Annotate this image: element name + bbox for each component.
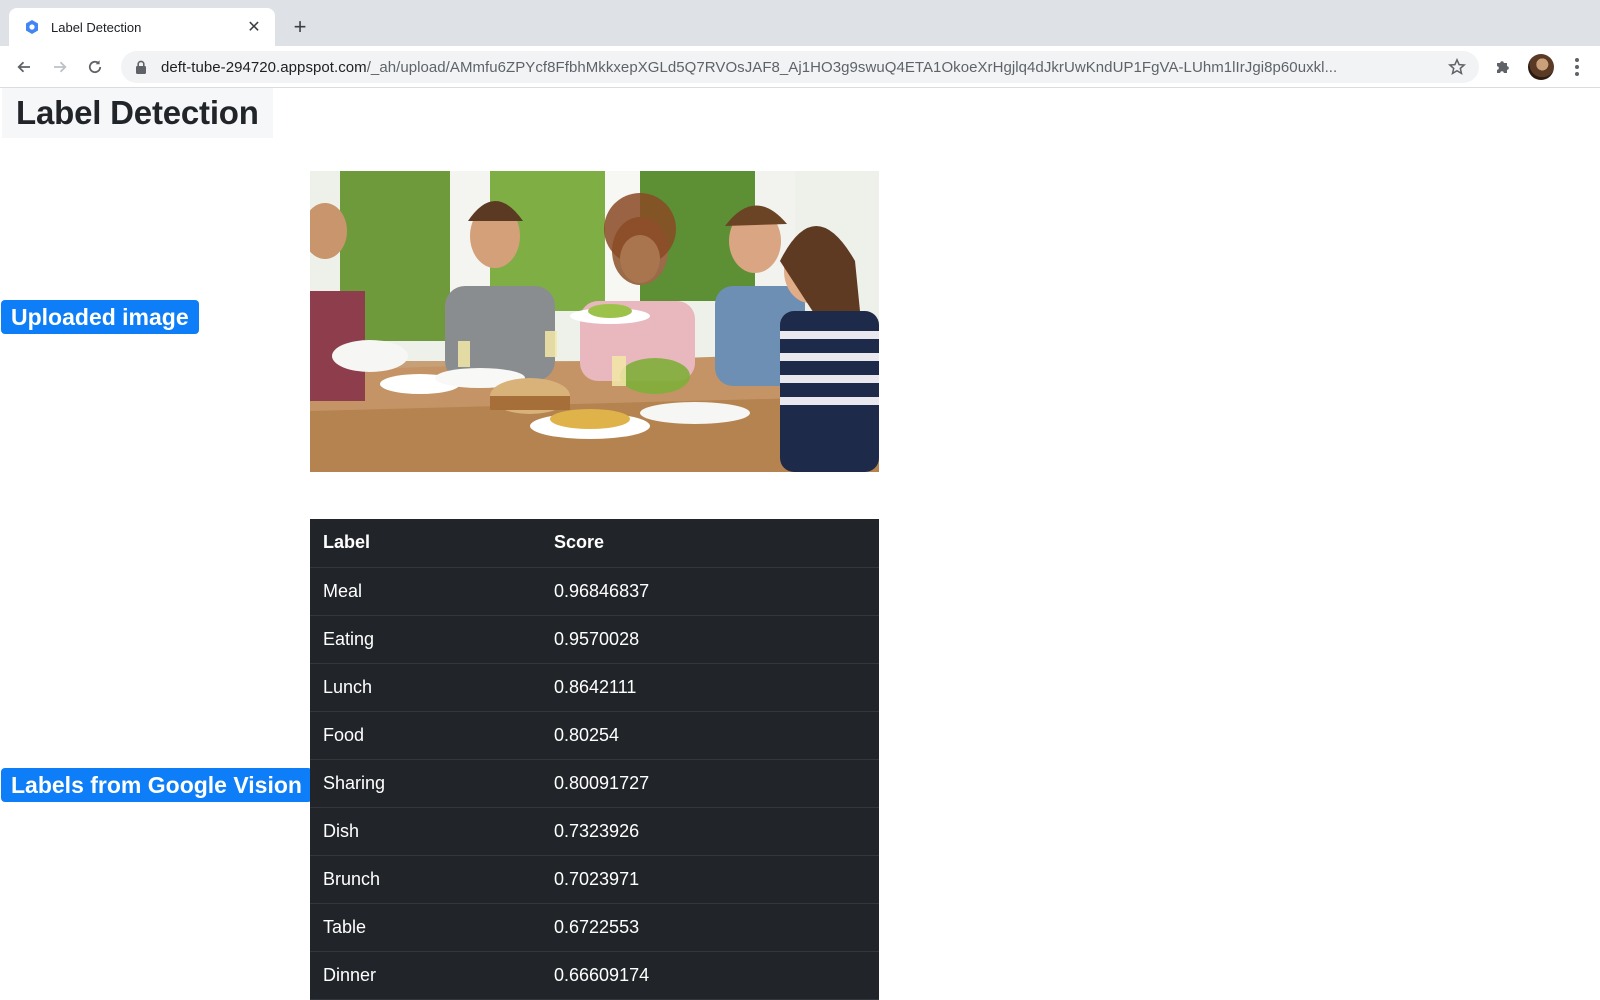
row-label: Meal [310,567,541,616]
row-score: 0.66609174 [541,951,879,1000]
table-row: Sharing 0.80091727 [310,759,879,808]
avatar[interactable] [1528,54,1554,80]
row-label: Lunch [310,663,541,712]
star-icon[interactable] [1447,57,1467,77]
row-label: Dish [310,807,541,856]
page-title: Label Detection [2,88,273,138]
table-row: Eating 0.9570028 [310,615,879,664]
tab-strip: Label Detection ✕ + [0,0,1600,46]
lock-icon [135,59,149,75]
url-text: deft-tube-294720.appspot.com/_ah/upload/… [161,59,1437,76]
uploaded-image-badge: Uploaded image [1,300,199,334]
uploaded-image [310,171,879,472]
row-label: Sharing [310,759,541,808]
table-row: Meal 0.96846837 [310,567,879,616]
url-path: /_ah/upload/AMmfu6ZPYcf8FfbhMkkxepXGLd5Q… [366,58,1338,76]
tab-title: Label Detection [51,19,142,35]
browser-toolbar: deft-tube-294720.appspot.com/_ah/upload/… [0,46,1600,88]
row-score: 0.7023971 [541,855,879,904]
row-score: 0.7323926 [541,807,879,856]
row-score: 0.80091727 [541,759,879,808]
row-score: 0.6722553 [541,903,879,952]
row-label: Brunch [310,855,541,904]
row-label: Food [310,711,541,760]
puzzle-icon[interactable] [1492,56,1514,78]
close-tab-icon[interactable]: ✕ [245,18,263,36]
reload-icon[interactable] [82,54,108,80]
google-cloud-icon [23,18,41,36]
row-score: 0.96846837 [541,567,879,616]
table-header-row: Label Score [310,519,879,568]
table-row: Dinner 0.66609174 [310,951,879,1000]
table-row: Food 0.80254 [310,711,879,760]
row-score: 0.9570028 [541,615,879,664]
row-label: Table [310,903,541,952]
row-label: Dinner [310,951,541,1000]
column-header-score: Score [541,519,879,568]
row-score: 0.8642111 [541,663,879,712]
browser-tab[interactable]: Label Detection ✕ [9,8,275,46]
labels-table: Label Score Meal 0.96846837 Eating 0.95700… [310,519,879,1000]
table-row: Dish 0.7323926 [310,807,879,856]
table-row: Brunch 0.7023971 [310,855,879,904]
row-score: 0.80254 [541,711,879,760]
row-label: Eating [310,615,541,664]
arrow-right-icon[interactable] [47,54,73,80]
kebab-menu-icon[interactable] [1568,56,1586,78]
new-tab-icon[interactable]: + [289,16,311,38]
address-bar[interactable]: deft-tube-294720.appspot.com/_ah/upload/… [121,51,1479,83]
table-row: Table 0.6722553 [310,903,879,952]
url-host: deft-tube-294720.appspot.com [161,58,367,76]
column-header-label: Label [310,519,541,568]
labels-badge: Labels from Google Vision [1,768,312,802]
arrow-left-icon[interactable] [11,54,37,80]
table-row: Lunch 0.8642111 [310,663,879,712]
